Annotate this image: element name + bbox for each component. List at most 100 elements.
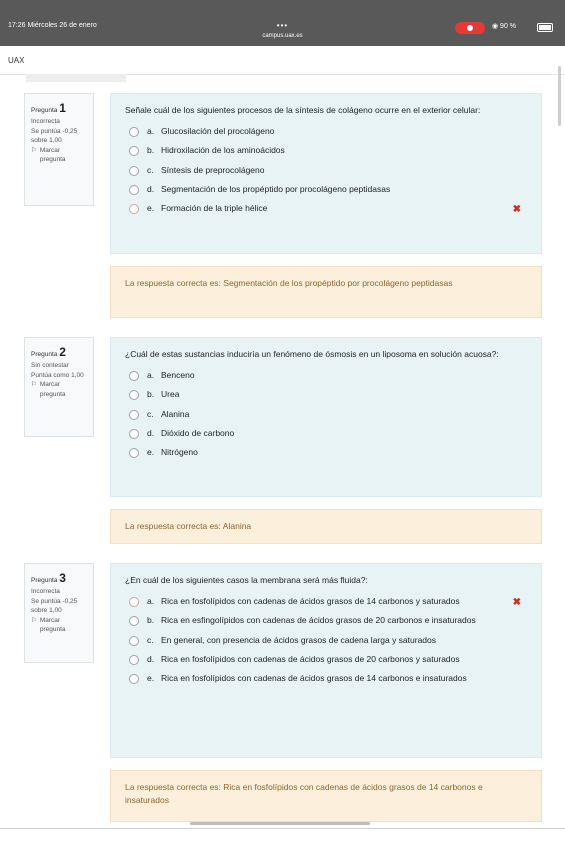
- flag-label: Marcar pregunta: [39, 616, 66, 634]
- answer-text: Rica en fosfolípidos con cadenas de ácid…: [161, 596, 460, 607]
- answer-text: Dióxido de carbono: [161, 427, 235, 438]
- browser-url[interactable]: campus.uax.es: [0, 33, 565, 39]
- radio-button[interactable]: [129, 447, 139, 458]
- bottom-divider: [0, 828, 565, 829]
- answer-option[interactable]: e. Nitrógeno: [125, 446, 527, 459]
- question-formulation-3: ¿En cuál de los siguientes casos la memb…: [110, 563, 542, 758]
- radio-button[interactable]: [129, 390, 139, 401]
- question-text: ¿En cuál de los siguientes casos la memb…: [125, 575, 368, 585]
- radio-button[interactable]: [129, 184, 139, 195]
- answer-text: Rica en fosfolípidos con cadenas de ácid…: [161, 672, 467, 683]
- answer-text: Formación de la triple hélice: [161, 202, 268, 213]
- answer-letter: c.: [147, 408, 154, 419]
- question-label: Pregunta: [31, 351, 58, 358]
- answer-letter: e.: [147, 446, 155, 457]
- answer-text: Segmentación de los propéptido por proco…: [161, 183, 391, 194]
- home-indicator[interactable]: [190, 822, 370, 825]
- site-header: UAX: [0, 46, 565, 75]
- answer-text: Rica en fosfolípidos con cadenas de ácid…: [161, 653, 460, 664]
- answer-option[interactable]: a. Benceno: [125, 369, 527, 382]
- answer-letter: a.: [147, 370, 155, 381]
- question-grade: Se puntúa -0,25 sobre 1,00: [31, 597, 78, 615]
- answer-letter: b.: [147, 615, 155, 626]
- answer-text: Rica en esfingolípidos con cadenas de ác…: [161, 615, 476, 626]
- ios-status-bar: 17:26 Miércoles 26 de enero ••• campus.u…: [0, 0, 565, 46]
- scrollbar[interactable]: [558, 66, 561, 126]
- answer-option-selected[interactable]: a. Rica en fosfolípidos con cadenas de ác…: [125, 595, 527, 608]
- right-answer-text: La respuesta correcta es: Rica en fosfol…: [125, 782, 483, 806]
- flag-label: Marcar pregunta: [39, 146, 66, 164]
- flag-icon: ⚐: [31, 616, 37, 624]
- status-indicators: ◉ 90 %: [492, 23, 517, 30]
- feedback-box-1: La respuesta correcta es: Segmentación d…: [110, 266, 542, 318]
- question-number: 3: [59, 571, 66, 585]
- answer-text: Alanina: [161, 408, 190, 419]
- question-number: 1: [59, 101, 66, 115]
- flag-icon: ⚐: [31, 381, 37, 389]
- question-info-3: Pregunta 3 Incorrecta Se puntúa -0,25 so…: [24, 563, 94, 663]
- answer-letter: d.: [147, 653, 155, 664]
- radio-button[interactable]: [129, 635, 139, 646]
- answer-text: Nitrógeno: [161, 446, 198, 457]
- question-label: Pregunta: [31, 107, 58, 114]
- question-formulation-2: ¿Cuál de estas sustancias induciría un f…: [110, 337, 542, 497]
- radio-button[interactable]: [129, 127, 139, 138]
- answer-letter: b.: [147, 389, 155, 400]
- previous-content-edge: [26, 74, 126, 82]
- answer-option[interactable]: d. Segmentación de los propéptido por pro…: [125, 183, 527, 196]
- radio-button[interactable]: [129, 146, 139, 157]
- question-info-1: Pregunta 1 Incorrecta Se puntúa -0,25 so…: [24, 93, 94, 206]
- answer-option[interactable]: c. En general, con presencia de ácidos gr…: [125, 634, 527, 647]
- answer-letter: c.: [147, 164, 154, 175]
- incorrect-icon: ✖: [512, 597, 521, 609]
- flag-question-button[interactable]: ⚐ Marcar pregunta: [31, 146, 87, 165]
- radio-button[interactable]: [129, 409, 139, 420]
- question-grade: Se puntúa -0,25 sobre 1,00: [31, 127, 78, 145]
- flag-label: Marcar pregunta: [39, 381, 66, 398]
- question-number: 2: [59, 345, 66, 359]
- right-answer-text: La respuesta correcta es: Segmentación d…: [125, 278, 453, 288]
- question-state: Sin contestar: [31, 362, 69, 370]
- answer-letter: a.: [147, 596, 155, 607]
- answer-option[interactable]: b. Rica en esfingolípidos con cadenas de …: [125, 614, 527, 627]
- feedback-box-2: La respuesta correcta es: Alanina: [110, 509, 542, 544]
- radio-button-selected[interactable]: [129, 597, 139, 608]
- incorrect-icon: ✖: [512, 203, 521, 215]
- answer-text: En general, con presencia de ácidos gras…: [161, 634, 437, 645]
- answer-letter: a.: [147, 126, 155, 137]
- answer-option[interactable]: d. Rica en fosfolípidos con cadenas de ác…: [125, 653, 527, 666]
- answer-text: Benceno: [161, 370, 195, 381]
- answer-letter: e.: [147, 202, 155, 213]
- answer-option[interactable]: e. Rica en fosfolípidos con cadenas de ác…: [125, 672, 527, 685]
- feedback-box-3: La respuesta correcta es: Rica en fosfol…: [110, 770, 542, 822]
- answer-letter: d.: [147, 427, 155, 438]
- radio-button[interactable]: [129, 673, 139, 684]
- answer-option[interactable]: a. Glucosilación del procolágeno: [125, 125, 527, 138]
- radio-button-selected[interactable]: [129, 203, 139, 214]
- question-info-2: Pregunta 2 Sin contestar Puntúa como 1,0…: [24, 337, 94, 437]
- answer-text: Síntesis de preprocolágeno: [161, 164, 265, 175]
- answer-option[interactable]: c. Alanina: [125, 408, 527, 421]
- answer-letter: c.: [147, 634, 154, 645]
- radio-button[interactable]: [129, 654, 139, 665]
- right-answer-text: La respuesta correcta es: Alanina: [125, 521, 252, 531]
- radio-button[interactable]: [129, 371, 139, 382]
- answer-text: Urea: [161, 389, 180, 400]
- question-label: Pregunta: [31, 577, 58, 584]
- answer-option-selected[interactable]: e. Formación de la triple hélice ✖: [125, 202, 527, 215]
- radio-button[interactable]: [129, 165, 139, 176]
- answer-letter: e.: [147, 672, 155, 683]
- flag-question-button[interactable]: ⚐ Marcar pregunta: [31, 616, 87, 635]
- answer-option[interactable]: d. Dióxido de carbono: [125, 427, 527, 440]
- answer-option[interactable]: b. Hidroxilación de los aminoácidos: [125, 144, 527, 157]
- screen-recording-indicator: [455, 22, 485, 34]
- radio-button[interactable]: [129, 428, 139, 439]
- answer-letter: d.: [147, 183, 155, 194]
- answer-option[interactable]: b. Urea: [125, 388, 527, 401]
- question-grade: Puntúa como 1,00: [31, 371, 84, 379]
- radio-button[interactable]: [129, 616, 139, 627]
- question-text: Señale cuál de los siguientes procesos d…: [125, 105, 481, 115]
- flag-question-button[interactable]: ⚐ Marcar pregunta: [31, 380, 87, 399]
- answer-option[interactable]: c. Síntesis de preprocolágeno: [125, 164, 527, 177]
- site-brand[interactable]: UAX: [8, 56, 24, 65]
